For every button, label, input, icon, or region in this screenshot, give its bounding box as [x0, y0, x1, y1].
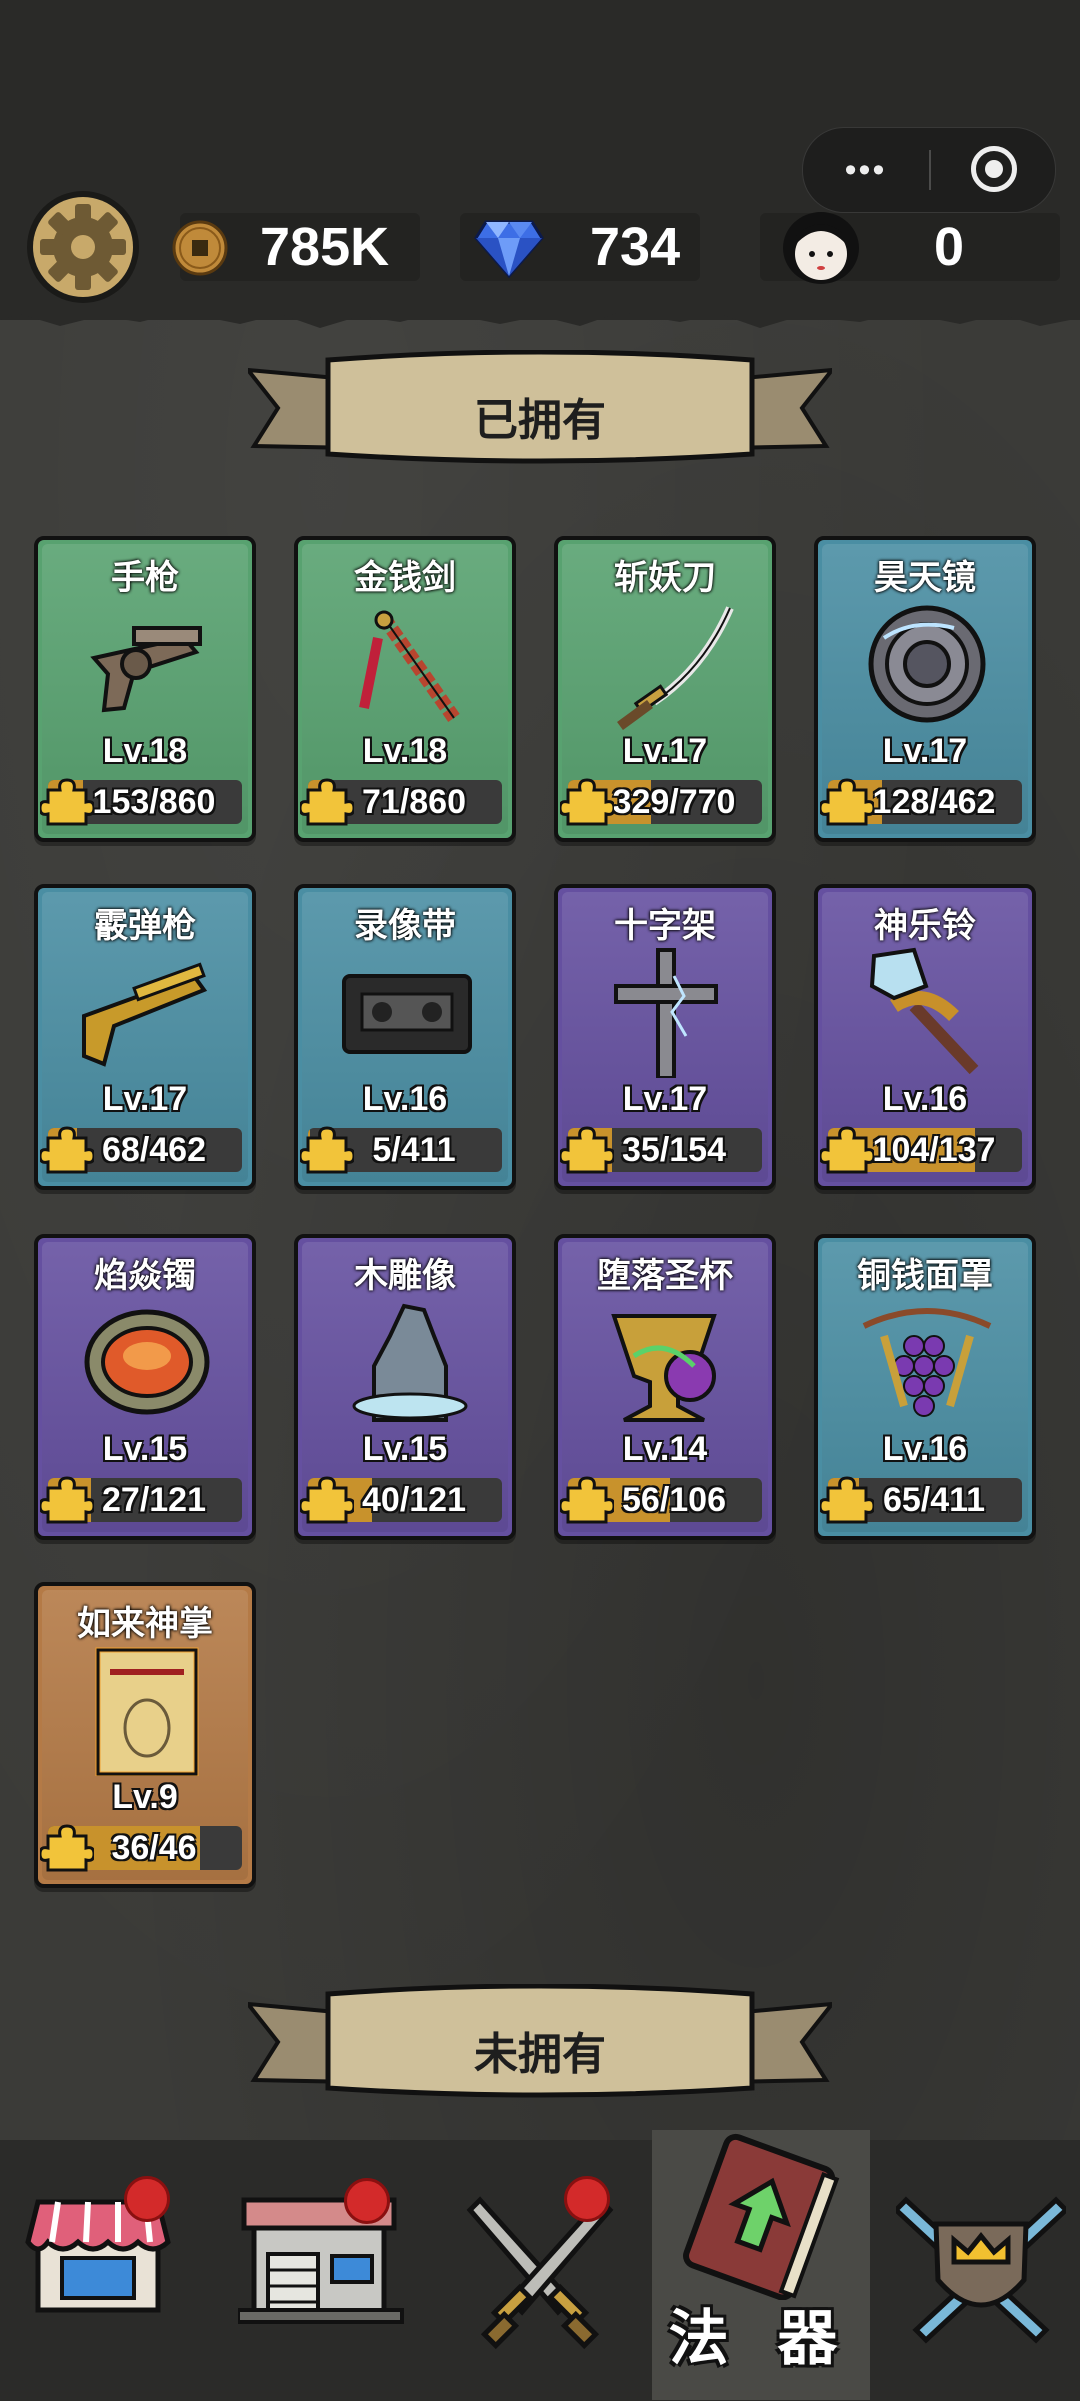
item-name: 斩妖刀 — [614, 559, 716, 597]
item-level: Lv.17 — [622, 732, 708, 770]
nav-building[interactable] — [220, 2130, 420, 2400]
wood-statue-icon — [352, 1303, 468, 1422]
katana-icon — [617, 606, 734, 730]
item-card[interactable]: 金钱剑 Lv.18 71/860 — [294, 536, 516, 842]
item-name: 霰弹枪 — [94, 907, 196, 945]
building-red-dot — [344, 2178, 390, 2224]
shotgun-icon — [82, 962, 208, 1067]
puzzle-piece-icon — [300, 1126, 354, 1174]
item-level: Lv.15 — [102, 1430, 188, 1468]
owned-title: 已拥有 — [474, 396, 606, 445]
unowned-title: 未拥有 — [474, 2030, 606, 2079]
puzzle-piece-icon — [40, 1476, 94, 1524]
nav-artifacts[interactable]: 法 器 — [652, 2130, 870, 2400]
item-level: Lv.18 — [102, 732, 188, 770]
puzzle-piece-icon — [820, 778, 874, 826]
more-menu-button[interactable]: ••• — [803, 128, 928, 212]
shop-red-dot — [124, 2176, 170, 2222]
item-card[interactable]: 昊天镜 Lv.17 128/462 — [814, 536, 1036, 842]
item-card[interactable]: 手枪 Lv.18 153/860 — [34, 536, 256, 842]
fallen-grail-icon — [611, 1314, 717, 1422]
palm-scroll-icon — [95, 1647, 199, 1776]
nav-shop[interactable] — [0, 2130, 200, 2400]
nav-guild[interactable] — [880, 2130, 1080, 2400]
item-level: Lv.15 — [362, 1430, 448, 1468]
mirror-shield-icon — [868, 605, 986, 723]
coin-count: 785K — [260, 217, 390, 277]
cross-icon — [614, 948, 718, 1078]
item-name: 录像带 — [354, 907, 456, 945]
crown-shield-icon — [896, 2196, 1066, 2344]
item-level: Lv.18 — [362, 732, 448, 770]
torn-edge — [0, 300, 1080, 328]
item-card[interactable]: 神乐铃 Lv.16 104/137 — [814, 884, 1036, 1190]
unowned-banner: 未拥有 — [248, 1984, 832, 2100]
nav-artifacts-label: 法 器 — [668, 2305, 854, 2372]
character-avatar-icon — [783, 212, 859, 284]
item-name: 如来神掌 — [77, 1605, 213, 1643]
revolver-icon — [90, 626, 202, 713]
coin-mask-icon — [862, 1308, 992, 1417]
item-level: Lv.17 — [102, 1080, 188, 1118]
puzzle-piece-icon — [300, 1476, 354, 1524]
item-name: 十字架 — [614, 907, 716, 945]
item-name: 神乐铃 — [874, 907, 976, 945]
item-card[interactable]: 堕落圣杯 Lv.14 56/106 — [554, 1234, 776, 1540]
owned-banner: 已拥有 — [248, 350, 832, 466]
item-level: Lv.16 — [882, 1430, 968, 1468]
item-name: 焰焱镯 — [94, 1257, 196, 1295]
item-level: Lv.9 — [112, 1778, 178, 1816]
close-target-button[interactable] — [971, 146, 1017, 192]
item-card[interactable]: 木雕像 Lv.15 40/121 — [294, 1234, 516, 1540]
item-name: 堕落圣杯 — [597, 1257, 733, 1295]
item-name: 木雕像 — [354, 1257, 456, 1295]
item-level: Lv.16 — [362, 1080, 448, 1118]
item-card[interactable]: 十字架 Lv.17 35/154 — [554, 884, 776, 1190]
item-card[interactable]: 斩妖刀 Lv.17 329/770 — [554, 536, 776, 842]
item-name: 手枪 — [111, 559, 179, 597]
puzzle-piece-icon — [40, 1126, 94, 1174]
ticket-count: 0 — [934, 217, 965, 277]
flame-bracelet-icon — [84, 1309, 210, 1415]
puzzle-piece-icon — [40, 1824, 94, 1872]
puzzle-piece-icon — [560, 1126, 614, 1174]
item-level: Lv.14 — [622, 1430, 708, 1468]
videotape-icon — [342, 974, 472, 1054]
item-name: 金钱剑 — [354, 559, 456, 597]
item-card[interactable]: 焰焱镯 Lv.15 27/121 — [34, 1234, 256, 1540]
puzzle-piece-icon — [300, 778, 354, 826]
spellbook-icon — [683, 2133, 840, 2300]
capsule-divider — [929, 150, 931, 190]
puzzle-piece-icon — [40, 778, 94, 826]
bell-rattle-icon — [869, 947, 979, 1075]
coin-sword-icon — [359, 610, 460, 723]
item-card[interactable]: 铜钱面罩 Lv.16 65/411 — [814, 1234, 1036, 1540]
gem-count: 734 — [590, 217, 681, 277]
puzzle-piece-icon — [820, 1126, 874, 1174]
item-level: Lv.17 — [882, 732, 968, 770]
puzzle-piece-icon — [820, 1476, 874, 1524]
item-card[interactable]: 霰弹枪 Lv.17 68/462 — [34, 884, 256, 1190]
settings-gear-icon[interactable] — [24, 188, 142, 306]
item-name: 昊天镜 — [874, 559, 976, 597]
puzzle-piece-icon — [560, 1476, 614, 1524]
copper-coin-icon — [172, 220, 228, 276]
nav-battle[interactable] — [440, 2130, 640, 2400]
mini-program-capsule: ••• — [802, 127, 1056, 213]
item-card[interactable]: 录像带 Lv.16 5/411 — [294, 884, 516, 1190]
item-level: Lv.17 — [622, 1080, 708, 1118]
diamond-icon — [474, 220, 544, 279]
puzzle-piece-icon — [560, 778, 614, 826]
item-level: Lv.16 — [882, 1080, 968, 1118]
battle-red-dot — [564, 2176, 610, 2222]
item-card[interactable]: 如来神掌 Lv.9 36/46 — [34, 1582, 256, 1888]
item-name: 铜钱面罩 — [857, 1257, 993, 1295]
